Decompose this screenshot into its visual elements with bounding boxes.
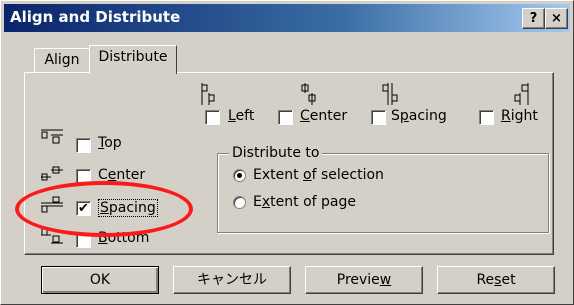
title-bar[interactable]: Align and Distribute ? ×: [4, 4, 570, 32]
window-title: Align and Distribute: [10, 8, 181, 26]
checkbox-spacing-h[interactable]: [371, 110, 386, 125]
label-center-h[interactable]: Center: [300, 108, 347, 124]
label-top[interactable]: Top: [98, 135, 122, 151]
ok-button[interactable]: OK: [41, 266, 159, 294]
checkbox-bottom[interactable]: [76, 233, 91, 248]
tab-distribute-label: Distribute: [98, 49, 168, 65]
checkbox-spacing-v[interactable]: ✔: [76, 201, 91, 216]
distribute-to-title: Distribute to: [229, 145, 323, 161]
help-icon: ?: [529, 11, 538, 26]
align-distribute-dialog: Align and Distribute ? × Align Distribut…: [0, 0, 574, 305]
distribute-left-icon: [201, 83, 215, 105]
close-icon: ×: [551, 11, 562, 26]
tab-align-label: Align: [44, 52, 80, 68]
checkmark-icon: ✔: [78, 201, 89, 216]
tab-align[interactable]: Align: [34, 48, 90, 72]
label-extent-page[interactable]: Extent of page: [253, 194, 356, 210]
checkbox-center-h[interactable]: [278, 110, 293, 125]
radio-extent-selection[interactable]: [233, 169, 246, 182]
distribute-right-icon: [514, 83, 529, 105]
distribute-center-v-icon: [41, 166, 63, 181]
help-button[interactable]: ?: [522, 8, 545, 29]
distribute-top-icon: [41, 129, 63, 144]
tab-distribute[interactable]: Distribute: [89, 45, 177, 74]
distribute-spacing-v-icon: [41, 196, 63, 213]
label-left[interactable]: Left: [228, 108, 254, 124]
cancel-label: キャンセル: [197, 272, 267, 288]
distribute-bottom-icon: [41, 228, 63, 244]
checkbox-center-v[interactable]: [76, 169, 91, 184]
ok-label: OK: [89, 272, 111, 288]
checkbox-right[interactable]: [479, 110, 494, 125]
radio-extent-page[interactable]: [233, 196, 246, 209]
label-extent-selection[interactable]: Extent of selection: [253, 167, 384, 183]
close-button[interactable]: ×: [545, 8, 568, 29]
preview-label: Preview: [336, 272, 392, 288]
distribute-center-h-icon: [301, 83, 316, 105]
radio-selected-dot: [237, 173, 242, 178]
distribute-to-group: [217, 153, 549, 233]
checkbox-top[interactable]: [76, 138, 91, 153]
reset-button[interactable]: Reset: [437, 266, 555, 294]
label-center-v[interactable]: Center: [98, 167, 145, 183]
distribute-spacing-h-icon: [382, 83, 398, 105]
preview-button[interactable]: Preview: [305, 266, 423, 294]
reset-label: Reset: [476, 272, 516, 288]
label-spacing-v[interactable]: Spacing: [98, 199, 158, 217]
cancel-button[interactable]: キャンセル: [173, 266, 291, 294]
label-right[interactable]: Right: [501, 108, 538, 124]
label-spacing-h[interactable]: Spacing: [391, 108, 447, 124]
label-bottom[interactable]: Bottom: [98, 230, 149, 246]
checkbox-left[interactable]: [205, 110, 220, 125]
